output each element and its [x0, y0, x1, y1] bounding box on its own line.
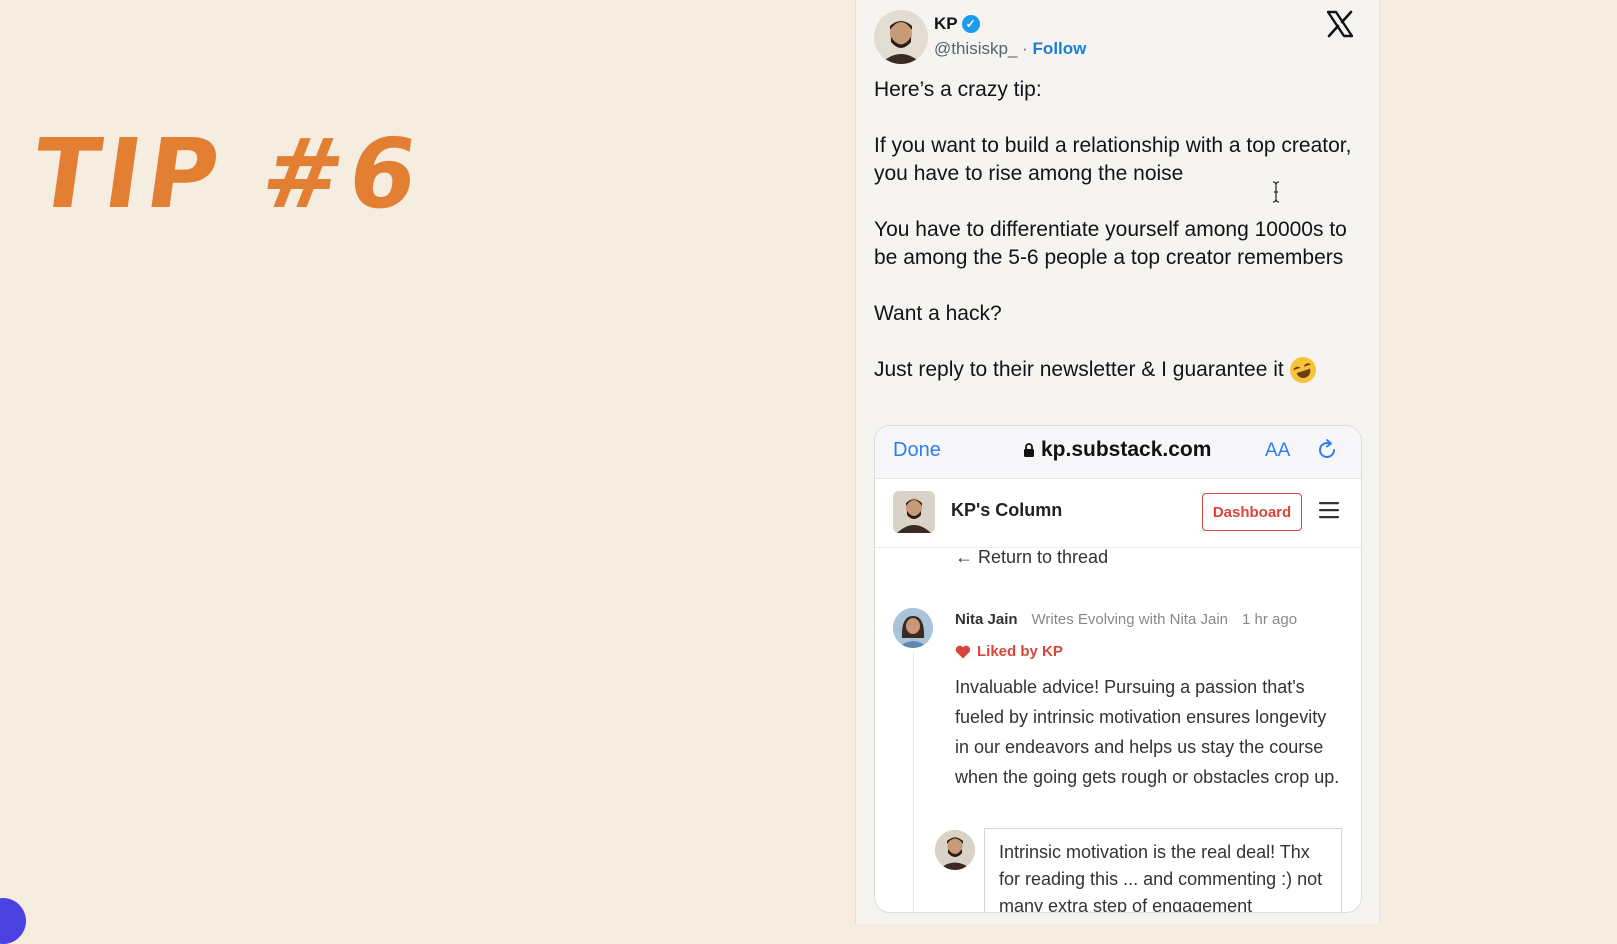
address-bar[interactable]: kp.substack.com: [1023, 438, 1211, 462]
tweet-card: KP ✓ @thisiskp_ · Follow Here’s a crazy …: [855, 0, 1380, 924]
liked-by-text: Liked by KP: [977, 643, 1063, 660]
laughing-emoji-icon: [1286, 353, 1320, 387]
comment-meta: Nita Jain Writes Evolving with Nita Jain…: [955, 611, 1297, 628]
done-button[interactable]: Done: [893, 439, 941, 462]
site-title[interactable]: KP's Column: [951, 500, 1062, 521]
commenter-name[interactable]: Nita Jain: [955, 611, 1018, 628]
heart-icon: [955, 645, 971, 658]
tweet-paragraph-last: Just reply to their newsletter & I guara…: [874, 353, 1354, 387]
author-handle: @thisiskp_: [934, 39, 1018, 58]
author-meta: @thisiskp_ · Follow: [934, 39, 1086, 59]
tweet-paragraph: You have to differentiate yourself among…: [874, 218, 1347, 269]
text-cursor-icon: [1272, 181, 1280, 203]
lock-icon: [1024, 442, 1034, 457]
dashboard-button[interactable]: Dashboard: [1202, 493, 1302, 531]
reply-comment-box: Intrinsic motivation is the real deal! T…: [984, 828, 1342, 912]
comment-timestamp: 1 hr ago: [1242, 611, 1298, 628]
tweet-paragraph-text: Just reply to their newsletter & I guara…: [874, 358, 1284, 381]
tweet-text: Here’s a crazy tip: If you want to build…: [874, 76, 1354, 387]
author-avatar[interactable]: [874, 10, 928, 64]
liked-by-badge: Liked by KP: [955, 643, 1063, 660]
embedded-browser-screenshot[interactable]: Done kp.substack.com AA KP's Column Dash…: [874, 425, 1362, 913]
corner-circle-decoration: [0, 898, 26, 944]
substack-site-header: KP's Column Dashboard: [875, 479, 1361, 548]
comment-body: Invaluable advice! Pursuing a passion th…: [955, 677, 1340, 787]
x-logo-icon[interactable]: [1326, 10, 1354, 38]
slide-title: TIP #6: [26, 118, 431, 230]
author-name[interactable]: KP ✓: [934, 14, 980, 34]
hamburger-menu-icon[interactable]: [1318, 501, 1340, 519]
site-logo[interactable]: [893, 491, 935, 533]
tweet-paragraph: If you want to build a relationship with…: [874, 134, 1352, 185]
return-to-thread-link[interactable]: ← Return to thread: [955, 547, 1108, 568]
thread-line: [913, 652, 914, 912]
reload-icon[interactable]: [1315, 438, 1339, 462]
reply-author-avatar[interactable]: [935, 830, 975, 870]
tweet-paragraph: Here’s a crazy tip:: [874, 78, 1042, 101]
follow-button[interactable]: Follow: [1033, 39, 1087, 58]
author-name-text: KP: [934, 14, 958, 33]
verified-check-icon: ✓: [961, 15, 980, 33]
browser-toolbar: Done kp.substack.com AA: [875, 426, 1361, 479]
commenter-description: Writes Evolving with Nita Jain: [1031, 611, 1228, 628]
text-size-button[interactable]: AA: [1265, 440, 1290, 462]
meta-separator: ·: [1022, 39, 1028, 58]
tweet-header: KP ✓ @thisiskp_ · Follow: [874, 10, 1354, 65]
url-text: kp.substack.com: [1041, 438, 1212, 461]
tweet-paragraph: Want a hack?: [874, 302, 1002, 325]
commenter-avatar[interactable]: [893, 608, 933, 648]
